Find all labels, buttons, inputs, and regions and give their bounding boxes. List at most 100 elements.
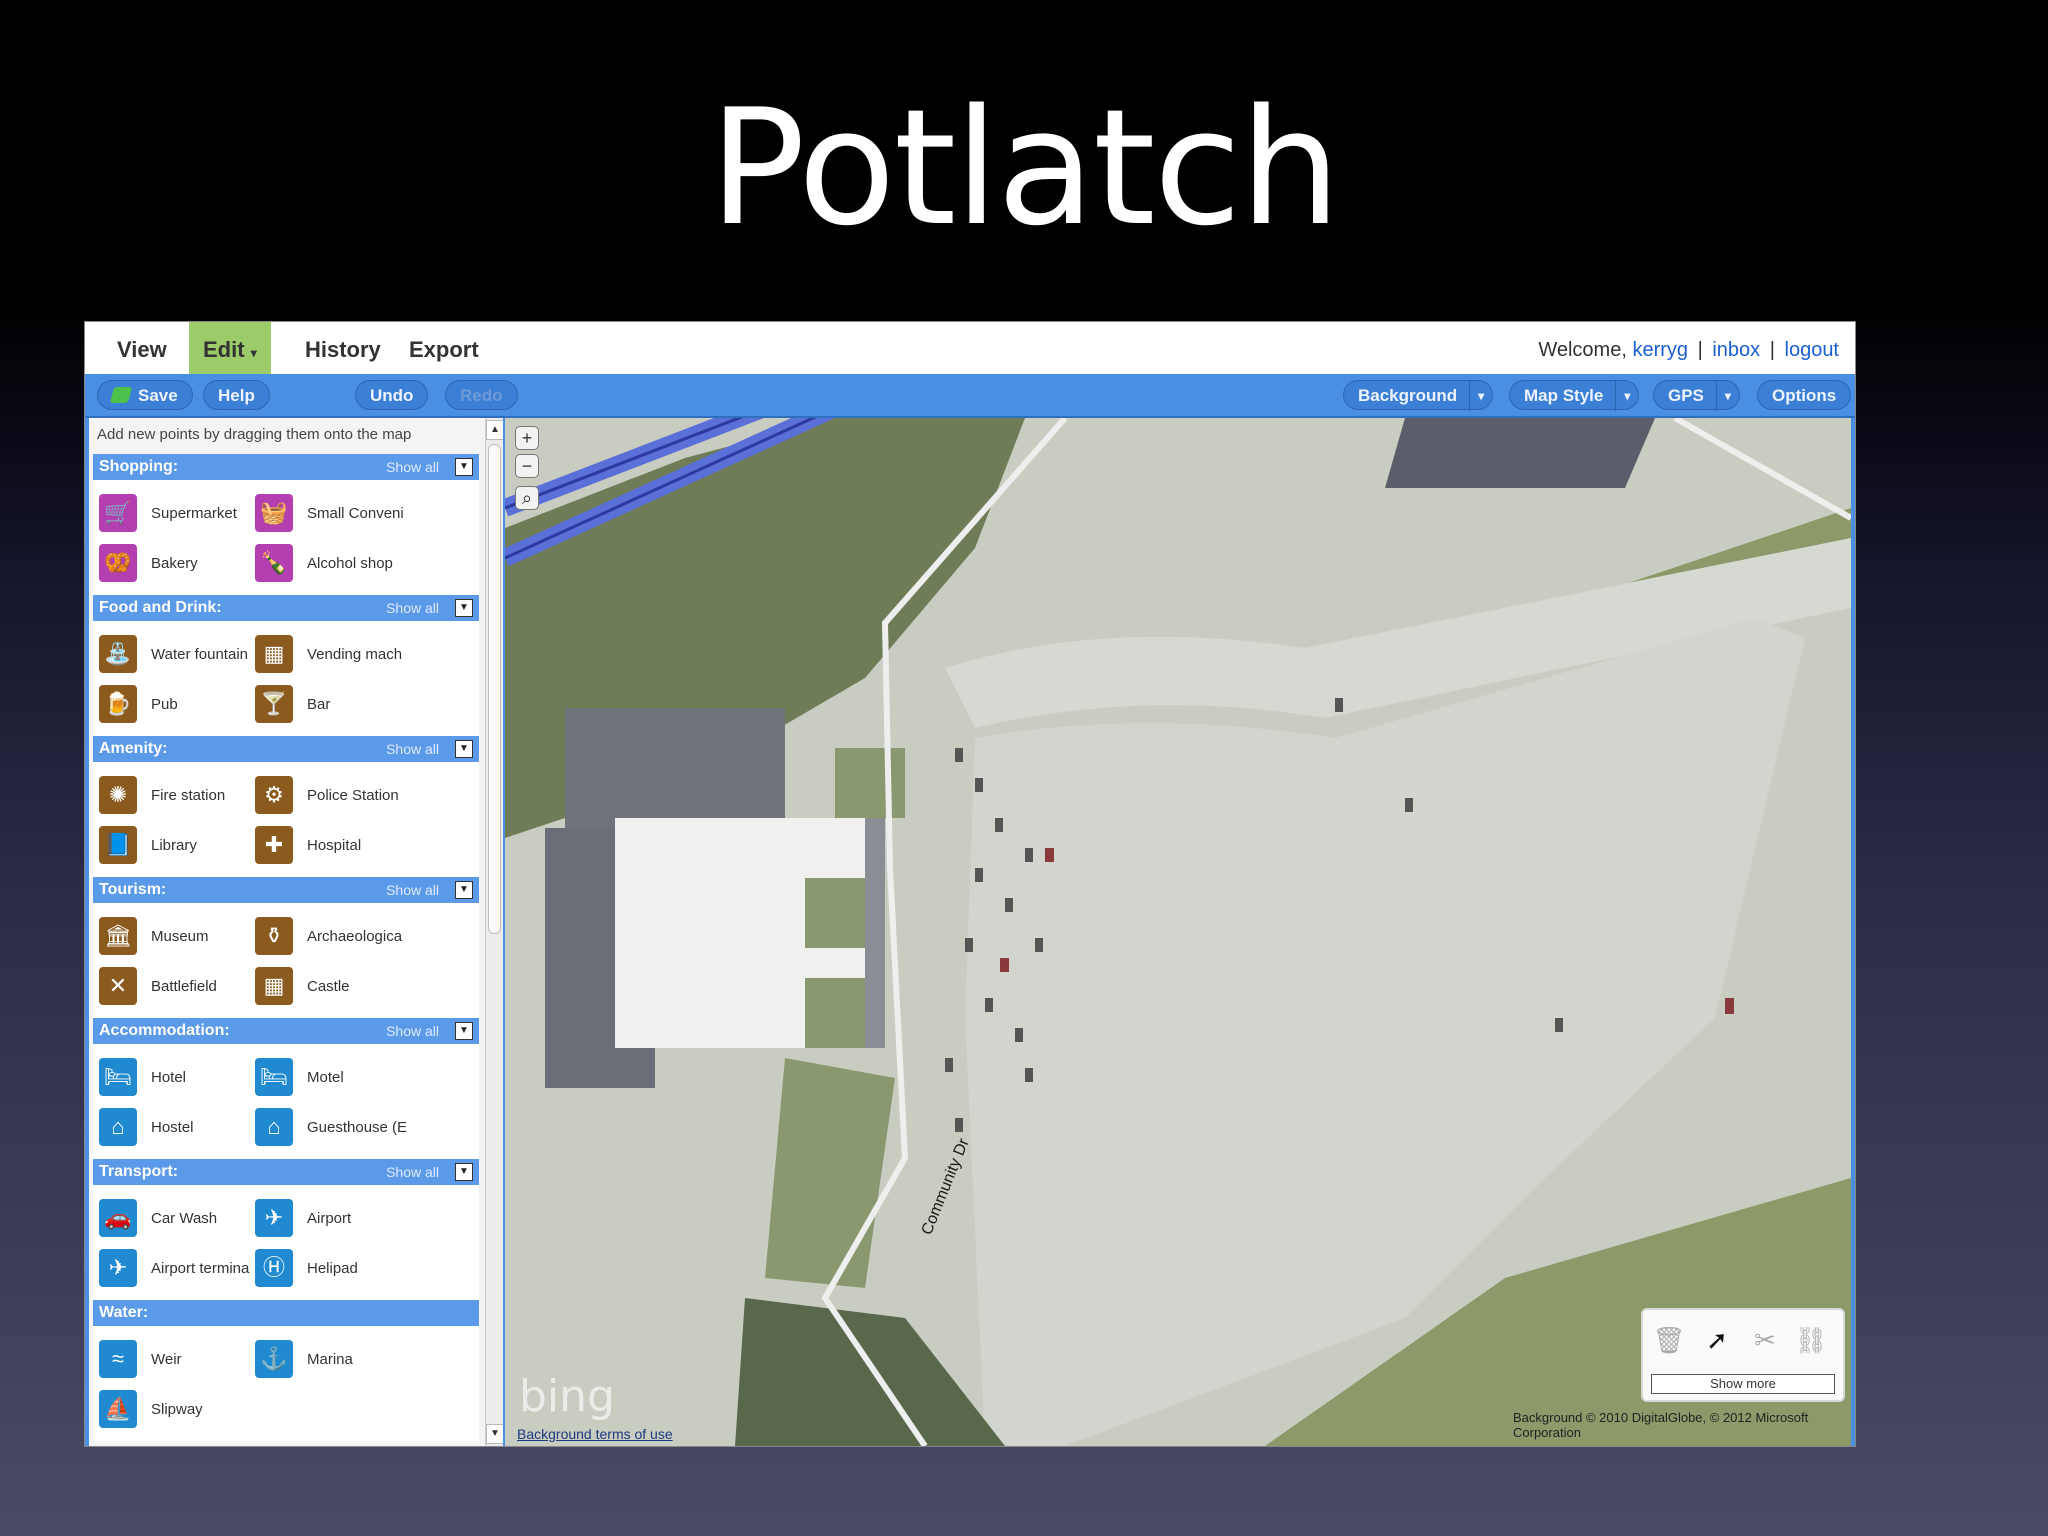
scroll-down-arrow-icon[interactable]: ▼	[486, 1424, 503, 1444]
scissors-icon[interactable]: ✂	[1747, 1322, 1783, 1358]
aerial-imagery	[505, 418, 1851, 1446]
hospital-icon[interactable]: ✚	[255, 826, 293, 864]
police-station-icon[interactable]: ⚙	[255, 776, 293, 814]
bar-icon[interactable]: 🍸	[255, 685, 293, 723]
chevron-down-icon[interactable]: ▼	[455, 458, 473, 476]
show-all-link[interactable]: Show all	[386, 595, 439, 621]
archaeological-icon[interactable]: ⚱	[255, 917, 293, 955]
tool-palette: 🗑 ➚ ✂ ⛓ Show more	[1641, 1308, 1845, 1402]
map-style-button[interactable]: Map Style ▾	[1509, 380, 1640, 411]
chevron-down-icon[interactable]: ▼	[455, 1163, 473, 1181]
category-header[interactable]: Water:	[93, 1300, 479, 1326]
scroll-thumb[interactable]	[488, 444, 501, 934]
weir-icon[interactable]: ≈	[99, 1340, 137, 1378]
pub-icon[interactable]: 🍺	[99, 685, 137, 723]
chevron-down-icon[interactable]: ▾	[1615, 381, 1638, 411]
chevron-down-icon[interactable]: ▼	[455, 599, 473, 617]
guesthouse-icon[interactable]: ⌂	[255, 1108, 293, 1146]
help-button[interactable]: Help	[203, 380, 270, 410]
chevron-down-icon[interactable]: ▼	[455, 881, 473, 899]
preset-label: Vending mach	[307, 646, 403, 663]
link-icon[interactable]: ⛓	[1793, 1322, 1829, 1358]
undo-button[interactable]: Undo	[355, 380, 429, 410]
inbox-link[interactable]: inbox	[1712, 339, 1760, 361]
category-presets: 🛒 Supermarket 🧺 Small Conveni 🥨 Bakery 🍾 Alcoho…	[93, 480, 479, 595]
category-header[interactable]: Food and Drink: Show all ▼	[93, 595, 479, 621]
menu-export[interactable]: Export	[395, 322, 493, 374]
preset-label: Fire station	[151, 787, 226, 804]
preset-label: Slipway	[151, 1401, 203, 1418]
chevron-down-icon[interactable]: ▼	[455, 740, 473, 758]
redo-button[interactable]: Redo	[445, 380, 518, 410]
show-more-button[interactable]: Show more	[1651, 1374, 1835, 1394]
potlatch-editor-window: View Edit ▾ History Export Welcome, kerr…	[85, 322, 1855, 1446]
hotel-icon[interactable]: 🛏	[99, 1058, 137, 1096]
background-label: Background	[1358, 386, 1458, 405]
category-header[interactable]: Amenity: Show all ▼	[93, 736, 479, 762]
battlefield-icon[interactable]: ✕	[99, 967, 137, 1005]
castle-icon[interactable]: ▦	[255, 967, 293, 1005]
map-canvas[interactable]: + − ⌕ Community Dr bing Background terms…	[505, 418, 1855, 1446]
save-button[interactable]: Save	[97, 380, 193, 410]
bakery-icon[interactable]: 🥨	[99, 544, 137, 582]
options-button[interactable]: Options	[1757, 380, 1852, 410]
terms-link[interactable]: Background terms of use	[517, 1426, 673, 1442]
category-2: Amenity: Show all ▼ ✺ Fire station ⚙ Police St…	[93, 736, 479, 877]
trash-icon[interactable]: 🗑	[1651, 1322, 1687, 1358]
logout-link[interactable]: logout	[1785, 339, 1840, 361]
panel-scrollbar[interactable]: ▲ ▼	[485, 418, 503, 1446]
show-all-link[interactable]: Show all	[386, 736, 439, 762]
pointer-icon[interactable]: ➚	[1699, 1322, 1735, 1358]
zoom-out-icon[interactable]: −	[515, 454, 539, 478]
show-all-link[interactable]: Show all	[386, 1018, 439, 1044]
chevron-down-icon[interactable]: ▼	[455, 1022, 473, 1040]
supermarket-icon[interactable]: 🛒	[99, 494, 137, 532]
slipway-icon[interactable]: ⛵	[99, 1390, 137, 1428]
motel-icon[interactable]: 🛏	[255, 1058, 293, 1096]
category-title: Water:	[99, 1304, 149, 1321]
museum-icon[interactable]: 🏛	[99, 917, 137, 955]
vending-machine-icon[interactable]: ▦	[255, 635, 293, 673]
helipad-icon[interactable]: Ⓗ	[255, 1249, 293, 1287]
category-title: Transport:	[99, 1163, 179, 1180]
map-style-label: Map Style	[1524, 386, 1604, 405]
scroll-up-arrow-icon[interactable]: ▲	[486, 420, 503, 440]
menu-edit[interactable]: Edit ▾	[189, 322, 271, 374]
category-header[interactable]: Accommodation: Show all ▼	[93, 1018, 479, 1044]
hostel-icon[interactable]: ⌂	[99, 1108, 137, 1146]
small-convenience-icon[interactable]: 🧺	[255, 494, 293, 532]
show-all-link[interactable]: Show all	[386, 1159, 439, 1185]
chevron-down-icon[interactable]: ▾	[1469, 381, 1492, 411]
marina-icon[interactable]: ⚓	[255, 1340, 293, 1378]
preset-label: Bar	[307, 696, 331, 713]
zoom-in-icon[interactable]: +	[515, 426, 539, 450]
library-icon[interactable]: 📘	[99, 826, 137, 864]
airport-icon[interactable]: ✈	[255, 1199, 293, 1237]
magnifier-icon[interactable]: ⌕	[515, 486, 539, 510]
preset-label: Small Conveni	[307, 505, 404, 522]
alcohol-shop-icon[interactable]: 🍾	[255, 544, 293, 582]
category-title: Tourism:	[99, 881, 167, 898]
menu-history[interactable]: History	[291, 322, 395, 374]
water-fountain-icon[interactable]: ⛲	[99, 635, 137, 673]
category-title: Amenity:	[99, 740, 168, 757]
show-all-link[interactable]: Show all	[386, 877, 439, 903]
category-presets: ⛲ Water fountain ▦ Vending mach 🍺 Pub 🍸 Bar	[93, 621, 479, 736]
user-link[interactable]: kerryg	[1632, 339, 1688, 361]
preset-label: Guesthouse (E	[307, 1119, 407, 1136]
category-5: Transport: Show all ▼ 🚗 Car Wash ✈ Airport ✈ Air…	[93, 1159, 479, 1300]
menu-view[interactable]: View	[103, 322, 181, 374]
category-1: Food and Drink: Show all ▼ ⛲ Water fountain ▦…	[93, 595, 479, 736]
gps-button[interactable]: GPS ▾	[1653, 380, 1740, 411]
chevron-down-icon[interactable]: ▾	[1715, 381, 1739, 411]
car-wash-icon[interactable]: 🚗	[99, 1199, 137, 1237]
background-button[interactable]: Background ▾	[1343, 380, 1494, 411]
category-header[interactable]: Transport: Show all ▼	[93, 1159, 479, 1185]
fire-station-icon[interactable]: ✺	[99, 776, 137, 814]
airport-terminal-icon[interactable]: ✈	[99, 1249, 137, 1287]
category-header[interactable]: Tourism: Show all ▼	[93, 877, 479, 903]
show-all-link[interactable]: Show all	[386, 454, 439, 480]
slide-title: Potlatch	[708, 74, 1341, 261]
panel-hint: Add new points by dragging them onto the…	[97, 426, 412, 443]
category-header[interactable]: Shopping: Show all ▼	[93, 454, 479, 480]
